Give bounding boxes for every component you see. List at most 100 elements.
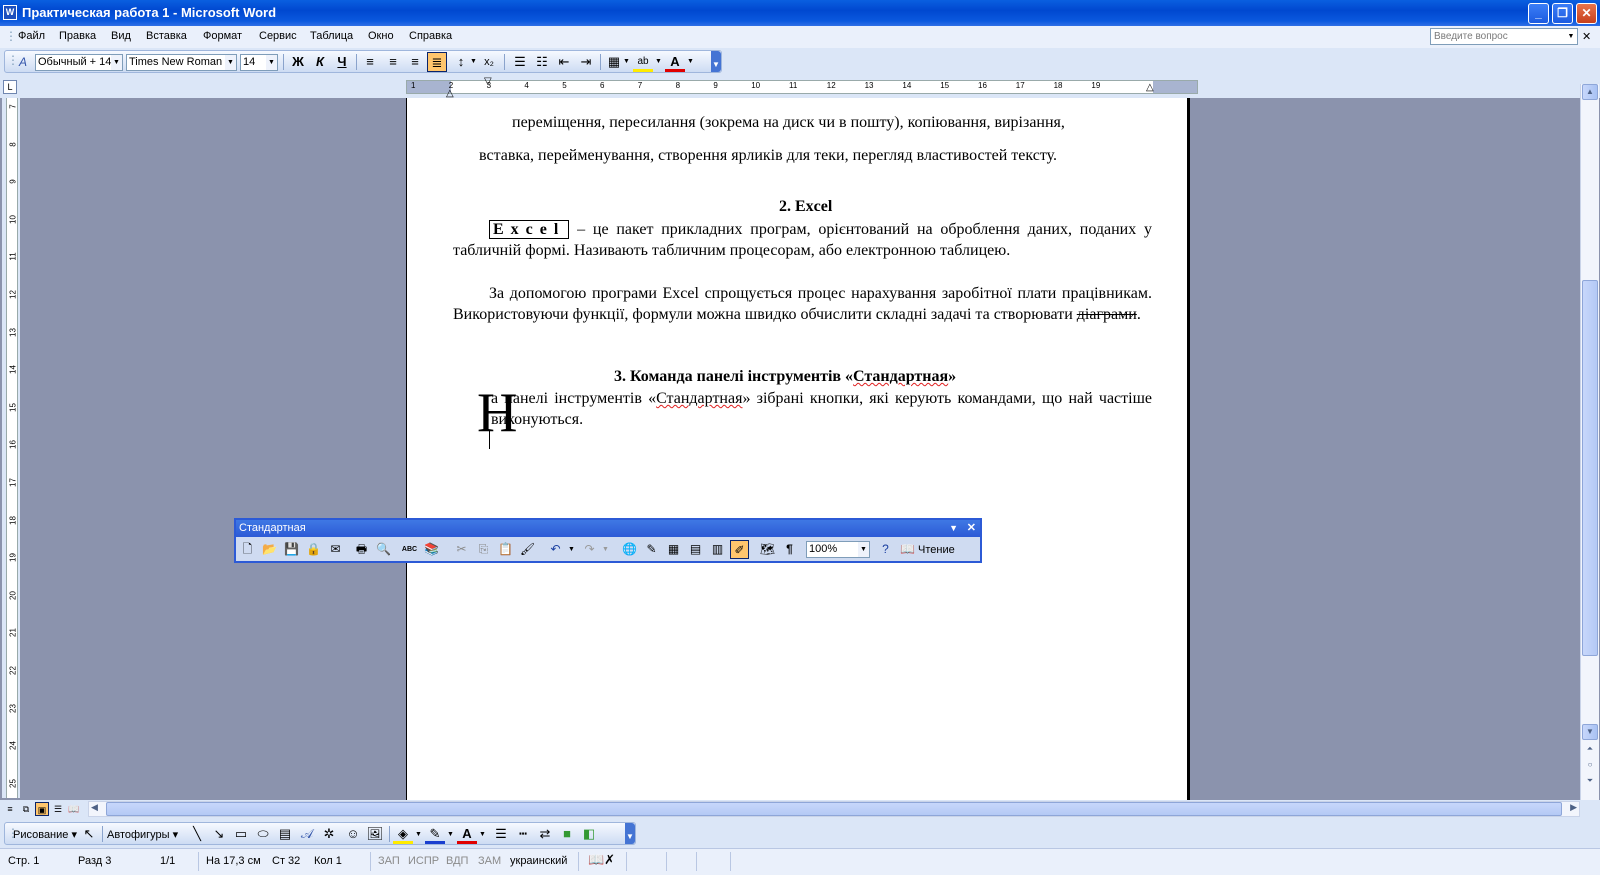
chevron-down-icon[interactable]: ▼ — [111, 55, 122, 70]
insert-excel-icon[interactable]: ▤ — [686, 540, 705, 559]
paste-icon[interactable]: 📋 — [496, 540, 515, 559]
bold-button[interactable]: Ж — [288, 52, 308, 72]
font-combo[interactable]: Times New Roman ▼ — [126, 54, 237, 71]
styles-pane-icon[interactable]: A — [13, 52, 33, 72]
toolbar-options-icon[interactable]: ▼ — [625, 823, 635, 844]
italic-button[interactable]: К — [310, 52, 330, 72]
line-color-icon[interactable]: ✎ — [425, 824, 445, 844]
reading-button[interactable]: Чтение — [918, 544, 955, 556]
numbering-icon[interactable]: ☰ — [510, 52, 530, 72]
document-map-icon[interactable]: 🗺 — [758, 540, 777, 559]
document-page[interactable]: переміщення, пересилання (зокрема на дис… — [406, 98, 1190, 800]
spelling-status-icon[interactable]: 📖✗ — [588, 852, 615, 868]
horizontal-scrollbar[interactable]: ◀ ▶ — [88, 801, 1580, 817]
chevron-down-icon[interactable]: ▼ — [415, 831, 422, 838]
hyperlink-icon[interactable]: 🌐 — [620, 540, 639, 559]
chevron-down-icon[interactable]: ▼ — [623, 58, 630, 65]
menu-view[interactable]: Вид — [111, 30, 131, 42]
bullets-icon[interactable]: ☷ — [532, 52, 552, 72]
tab-selector-icon[interactable]: L — [3, 80, 17, 94]
arrow-icon[interactable]: ↘ — [209, 824, 229, 844]
status-language[interactable]: украинский — [510, 855, 567, 867]
vertical-scroll-thumb[interactable] — [1582, 280, 1598, 656]
toolbar-options-icon[interactable]: ▼ — [949, 520, 958, 537]
print-icon[interactable]: 🖶 — [352, 540, 371, 559]
previous-page-icon[interactable]: ⏶ — [1582, 742, 1598, 758]
menu-table[interactable]: Таблица — [310, 30, 353, 42]
help-icon[interactable]: ? — [876, 540, 895, 559]
insert-table-icon[interactable]: ▦ — [664, 540, 683, 559]
text-box-icon[interactable]: ▤ — [275, 824, 295, 844]
drawing-menu-button[interactable]: Рисование ▾ — [13, 828, 77, 841]
menu-help[interactable]: Справка — [409, 30, 452, 42]
line-style-icon[interactable]: ☰ — [491, 824, 511, 844]
borders-icon[interactable]: ▦ — [604, 52, 624, 72]
tables-borders-icon[interactable]: ✎ — [642, 540, 661, 559]
first-line-indent-marker-icon[interactable]: ▽ — [484, 76, 492, 87]
columns-icon[interactable]: ▥ — [708, 540, 727, 559]
drawing-icon[interactable]: ✐ — [730, 540, 749, 559]
status-overtype[interactable]: ЗАМ — [478, 855, 501, 867]
cut-icon[interactable]: ✂ — [452, 540, 471, 559]
fill-color-icon[interactable]: ◈ — [393, 824, 413, 844]
close-document-icon[interactable]: ✕ — [1582, 30, 1591, 43]
outline-view-icon[interactable]: ☰ — [51, 802, 65, 816]
font-color-button[interactable]: A — [665, 52, 685, 72]
menu-window[interactable]: Окно — [368, 30, 394, 42]
restore-button[interactable]: ❐ — [1552, 3, 1573, 24]
font-size-combo[interactable]: 14 ▼ — [240, 54, 278, 71]
horizontal-scroll-thumb[interactable] — [106, 802, 1562, 816]
scroll-right-icon[interactable]: ▶ — [1570, 802, 1577, 813]
chevron-down-icon[interactable]: ▼ — [266, 55, 277, 70]
chevron-down-icon[interactable]: ▼ — [655, 58, 662, 65]
chevron-down-icon[interactable]: ▼ — [479, 831, 486, 838]
zoom-combo[interactable]: 100% ▼ — [806, 541, 870, 558]
select-browse-object-icon[interactable]: ○ — [1582, 758, 1598, 774]
rectangle-icon[interactable]: ▭ — [231, 824, 251, 844]
chevron-down-icon[interactable]: ▼ — [1565, 29, 1577, 44]
dash-style-icon[interactable]: ┅ — [513, 824, 533, 844]
next-page-icon[interactable]: ⏷ — [1582, 774, 1598, 790]
scroll-down-button[interactable]: ▼ — [1582, 724, 1598, 740]
permission-icon[interactable]: 🔒 — [304, 540, 323, 559]
arrow-style-icon[interactable]: ⇄ — [535, 824, 555, 844]
line-spacing-icon[interactable]: ↕ — [451, 52, 471, 72]
print-preview-icon[interactable]: 🔍 — [374, 540, 393, 559]
close-toolbar-icon[interactable]: ✕ — [967, 520, 976, 537]
standard-toolbar-titlebar[interactable]: Стандартная ▼ ✕ — [236, 520, 980, 537]
standard-toolbar[interactable]: Стандартная ▼ ✕ 🗋 📂 💾 🔒 ✉ 🖶 🔍 ABC 📚 ✂ ⎘ … — [234, 518, 982, 563]
menu-edit[interactable]: Правка — [59, 30, 96, 42]
chevron-down-icon[interactable]: ▼ — [602, 546, 609, 553]
toolbar-options-icon[interactable]: ▼ — [711, 51, 721, 72]
save-icon[interactable]: 💾 — [282, 540, 301, 559]
menu-format[interactable]: Формат — [203, 30, 242, 42]
email-icon[interactable]: ✉ — [326, 540, 345, 559]
chevron-down-icon[interactable]: ▼ — [470, 58, 477, 65]
new-document-icon[interactable]: 🗋 — [238, 540, 257, 559]
highlight-button[interactable]: ab — [633, 52, 653, 72]
autoshapes-menu-button[interactable]: Автофигуры ▾ — [107, 828, 178, 841]
3d-style-icon[interactable]: ◧ — [579, 824, 599, 844]
status-extend[interactable]: ВДП — [446, 855, 468, 867]
close-button[interactable]: ✕ — [1576, 3, 1597, 24]
redo-icon[interactable]: ↷ — [580, 540, 599, 559]
chevron-down-icon[interactable]: ▼ — [858, 542, 869, 557]
align-right-icon[interactable]: ≡ — [405, 52, 425, 72]
minimize-button[interactable]: _ — [1528, 3, 1549, 24]
chevron-down-icon[interactable]: ▼ — [687, 58, 694, 65]
align-center-icon[interactable]: ≡ — [383, 52, 403, 72]
chevron-down-icon[interactable]: ▼ — [225, 55, 236, 70]
clip-art-icon[interactable]: ☺ — [343, 824, 363, 844]
underline-button[interactable]: Ч — [332, 52, 352, 72]
select-objects-icon[interactable]: ↖ — [79, 824, 99, 844]
print-layout-view-icon[interactable]: ▣ — [35, 802, 49, 816]
align-left-icon[interactable]: ≡ — [360, 52, 380, 72]
font-color-button[interactable]: A — [457, 824, 477, 844]
spelling-icon[interactable]: ABC — [400, 540, 419, 559]
copy-icon[interactable]: ⎘ — [474, 540, 493, 559]
ask-question-input[interactable]: Введите вопрос ▼ — [1430, 28, 1578, 45]
web-view-icon[interactable]: ⧉ — [19, 802, 33, 816]
line-icon[interactable]: ╲ — [187, 824, 207, 844]
scroll-left-icon[interactable]: ◀ — [91, 802, 98, 813]
vertical-ruler[interactable]: 7 8 9 10 11 12 13 14 15 16 17 18 19 20 21 22 23 24 25 — [6, 98, 18, 798]
